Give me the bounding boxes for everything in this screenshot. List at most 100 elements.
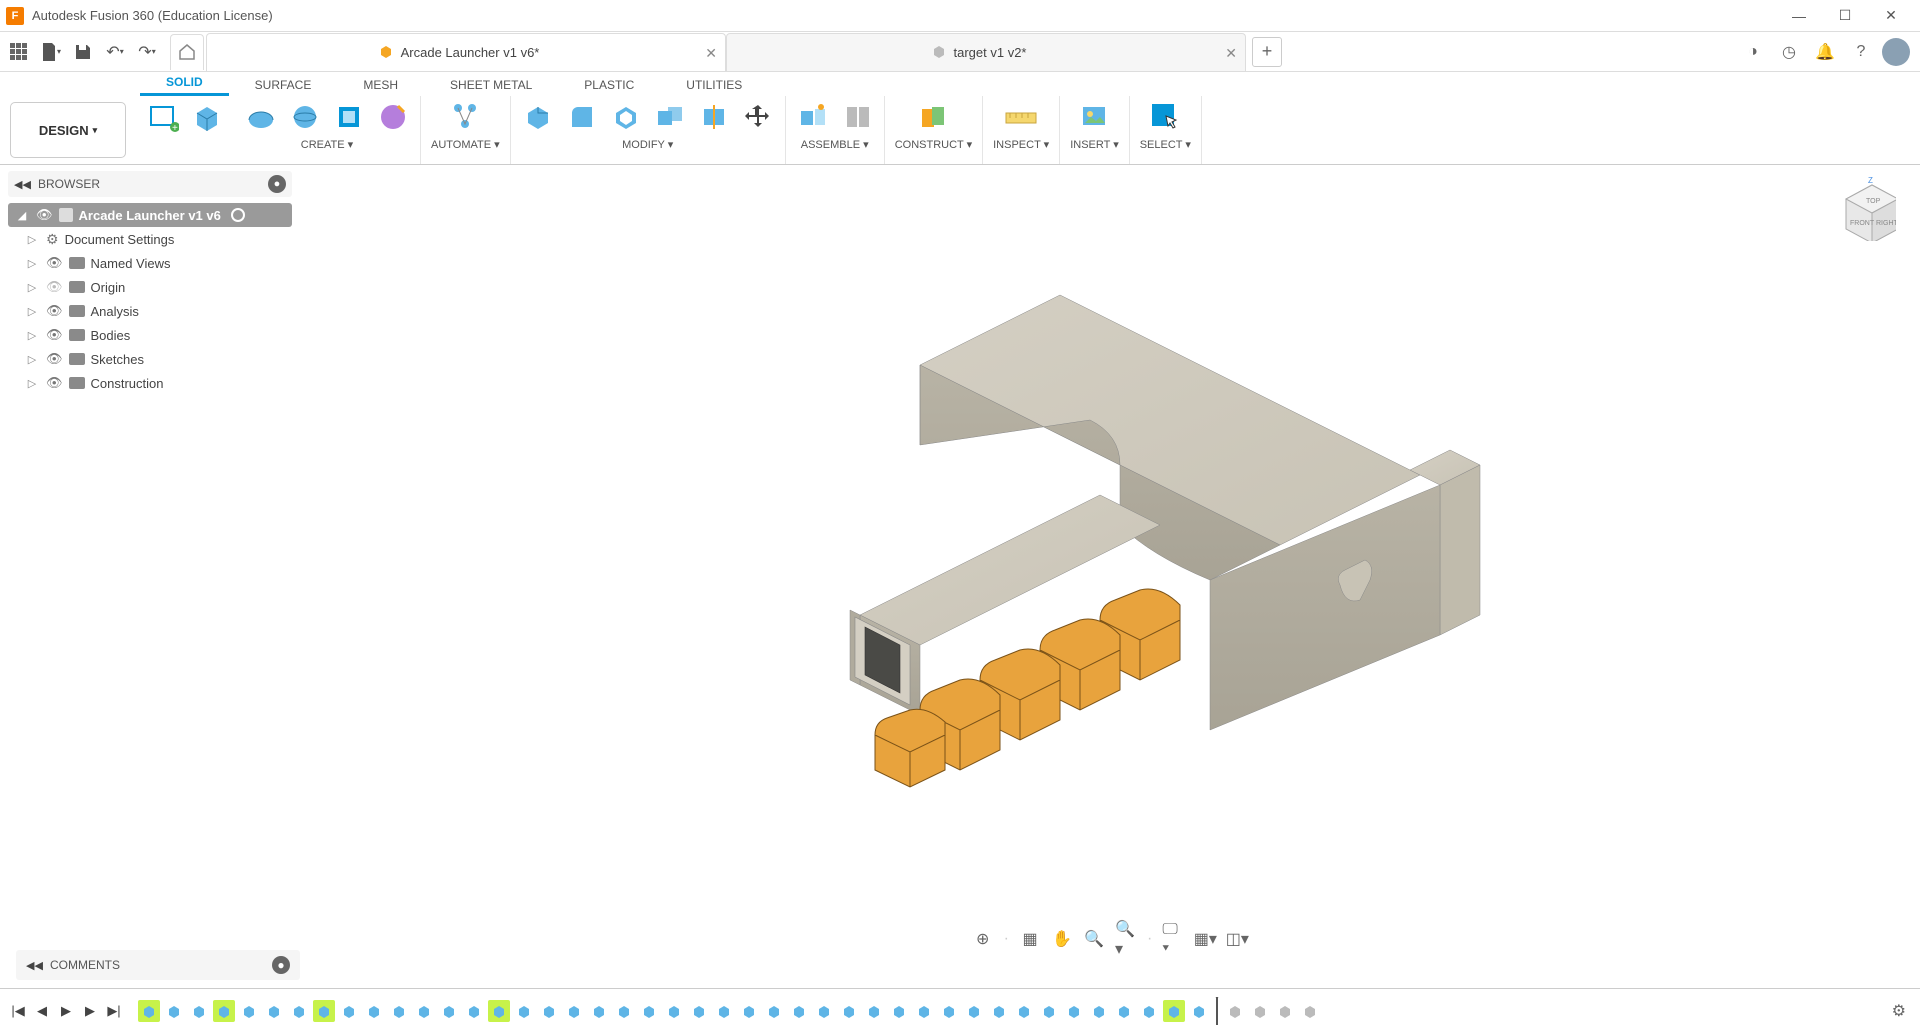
timeline-feature[interactable] [188,1000,210,1022]
timeline-feature[interactable] [588,1000,610,1022]
timeline-feature[interactable] [163,1000,185,1022]
timeline-feature[interactable] [563,1000,585,1022]
viewport-3d[interactable]: TOP FRONT RIGHT Z X ⊕ · ▦ ✋ 🔍 🔍▾ · 🖵▾ ▦▾… [300,165,1920,988]
visibility-icon[interactable]: 👁 [46,351,63,367]
visibility-icon[interactable]: 👁 [46,303,63,319]
form-icon[interactable] [332,100,366,134]
ribbon-tab-utilities[interactable]: UTILITIES [660,74,768,96]
timeline-feature[interactable] [888,1000,910,1022]
timeline-feature[interactable] [138,1000,160,1022]
timeline-feature[interactable] [413,1000,435,1022]
timeline-feature[interactable] [538,1000,560,1022]
select-icon[interactable] [1148,100,1182,134]
expand-icon[interactable]: ▷ [24,231,40,247]
maximize-button[interactable]: ☐ [1822,1,1868,31]
new-file-icon[interactable]: ▾ [36,37,66,67]
construct-plane-icon[interactable] [916,100,950,134]
viewport-layout-icon[interactable]: ◫▾ [1226,928,1248,950]
timeline-feature[interactable] [613,1000,635,1022]
save-icon[interactable] [68,37,98,67]
viewcube[interactable]: TOP FRONT RIGHT Z X [1832,177,1896,241]
timeline-feature[interactable] [1013,1000,1035,1022]
sculpt-icon[interactable] [376,100,410,134]
insert-image-icon[interactable] [1077,100,1111,134]
tree-item[interactable]: ▷👁Named Views [8,251,292,275]
timeline-start-icon[interactable]: |◀ [8,1001,28,1021]
timeline-feature[interactable] [363,1000,385,1022]
timeline-feature[interactable] [688,1000,710,1022]
notifications-icon[interactable]: 🔔 [1810,37,1840,67]
timeline-feature[interactable] [988,1000,1010,1022]
timeline-feature[interactable] [463,1000,485,1022]
timeline-feature[interactable] [1063,1000,1085,1022]
tree-item[interactable]: ▷⚙Document Settings [8,227,292,251]
job-status-icon[interactable]: ◷ [1774,37,1804,67]
split-icon[interactable] [697,100,731,134]
browser-collapse-icon[interactable]: ◀◀ [14,178,30,191]
tree-item[interactable]: ▷👁Origin [8,275,292,299]
timeline-feature[interactable] [313,1000,335,1022]
tree-root[interactable]: ◢ 👁 Arcade Launcher v1 v6 [8,203,292,227]
timeline-feature[interactable] [1224,1000,1246,1022]
create-sketch-icon[interactable]: + [146,100,180,134]
timeline-step-fwd-icon[interactable]: ▶ [80,1001,100,1021]
timeline-step-back-icon[interactable]: ◀ [32,1001,52,1021]
visibility-icon[interactable]: 👁 [46,375,63,391]
shell-icon[interactable] [609,100,643,134]
document-tab-1[interactable]: target v1 v2* ✕ [726,33,1246,71]
sphere-icon[interactable] [288,100,322,134]
timeline-feature[interactable] [813,1000,835,1022]
timeline-feature[interactable] [663,1000,685,1022]
timeline-feature[interactable] [263,1000,285,1022]
minimize-button[interactable]: — [1776,1,1822,31]
browser-options-icon[interactable]: ● [268,175,286,193]
tree-item[interactable]: ▷👁Bodies [8,323,292,347]
app-menu-icon[interactable] [4,37,34,67]
expand-icon[interactable]: ▷ [24,279,40,295]
tree-item[interactable]: ▷👁Construction [8,371,292,395]
ribbon-tab-surface[interactable]: SURFACE [229,74,338,96]
timeline-feature[interactable] [1299,1000,1321,1022]
timeline-feature[interactable] [288,1000,310,1022]
display-settings-icon[interactable]: 🖵▾ [1162,928,1184,950]
visibility-icon[interactable]: 👁 [46,327,63,343]
workspace-switcher[interactable]: DESIGN▾ [10,102,126,158]
timeline-feature[interactable] [1088,1000,1110,1022]
timeline-feature[interactable] [1163,1000,1185,1022]
press-pull-icon[interactable] [521,100,555,134]
pan-icon[interactable]: ✋ [1051,928,1073,950]
expand-icon[interactable]: ▷ [24,303,40,319]
ribbon-tab-sheetmetal[interactable]: SHEET METAL [424,74,558,96]
timeline-feature[interactable] [513,1000,535,1022]
timeline-feature[interactable] [738,1000,760,1022]
undo-icon[interactable]: ↶▾ [100,37,130,67]
timeline-feature[interactable] [1038,1000,1060,1022]
home-tab[interactable] [170,34,204,70]
close-button[interactable]: ✕ [1868,1,1914,31]
timeline-feature[interactable] [388,1000,410,1022]
close-tab-icon[interactable]: ✕ [705,45,717,62]
timeline-feature[interactable] [713,1000,735,1022]
visibility-icon[interactable]: 👁 [46,279,63,295]
visibility-icon[interactable]: 👁 [46,255,63,271]
combine-icon[interactable] [653,100,687,134]
zoom-window-icon[interactable]: 🔍▾ [1115,928,1137,950]
timeline-end-icon[interactable]: ▶| [104,1001,124,1021]
orbit-icon[interactable]: ⊕ [972,928,994,950]
tree-item[interactable]: ▷👁Analysis [8,299,292,323]
document-tab-0[interactable]: Arcade Launcher v1 v6* ✕ [206,33,726,71]
revolve-icon[interactable] [244,100,278,134]
expand-icon[interactable]: ▷ [24,255,40,271]
extensions-icon[interactable]: ◑ [1738,37,1768,67]
timeline-feature[interactable] [238,1000,260,1022]
look-at-icon[interactable]: ▦ [1019,928,1041,950]
timeline-feature[interactable] [1249,1000,1271,1022]
visibility-icon[interactable]: 👁 [36,207,53,223]
timeline-feature[interactable] [338,1000,360,1022]
close-tab-icon[interactable]: ✕ [1225,45,1237,62]
timeline-feature[interactable] [1188,1000,1210,1022]
timeline-feature[interactable] [1113,1000,1135,1022]
zoom-icon[interactable]: 🔍 [1083,928,1105,950]
expand-icon[interactable]: ▷ [24,351,40,367]
timeline-feature[interactable] [763,1000,785,1022]
